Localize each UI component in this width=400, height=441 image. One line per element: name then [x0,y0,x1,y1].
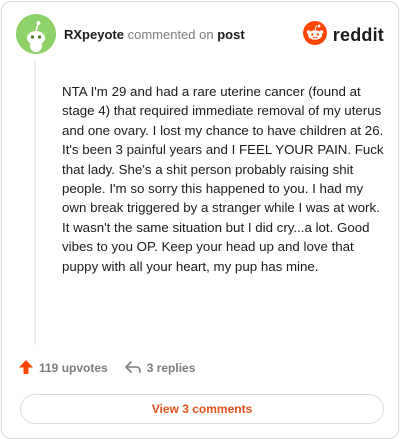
comment-body: NTA I'm 29 and had a rare uterine cancer… [62,84,384,274]
comment-header: RXpeyote commented on post reddit [16,14,384,54]
replies-button[interactable]: 3 replies [124,359,196,378]
comment-actions: 119 upvotes 3 replies [18,357,211,379]
upvote-arrow-icon [18,359,34,378]
reddit-logo-icon [302,20,327,50]
reply-count: 3 replies [146,361,196,375]
post-link[interactable]: post [217,27,244,42]
reddit-brand[interactable]: reddit [302,20,384,50]
brand-text: reddit [332,24,384,45]
embedded-comment-card: RXpeyote commented on post reddit NTA I'… [1,1,399,439]
upvote-button[interactable]: 119 upvotes [18,359,108,378]
thread-line[interactable] [34,60,36,345]
reply-arrow-icon [124,359,142,378]
author-name[interactable]: RXpeyote [64,27,124,42]
author-line: RXpeyote commented on post [64,27,245,42]
action-text: commented on [127,27,214,42]
snoo-avatar-icon[interactable] [16,14,56,54]
upvote-count: 119 upvotes [39,361,108,375]
view-comments-button[interactable]: View 3 comments [20,394,384,424]
